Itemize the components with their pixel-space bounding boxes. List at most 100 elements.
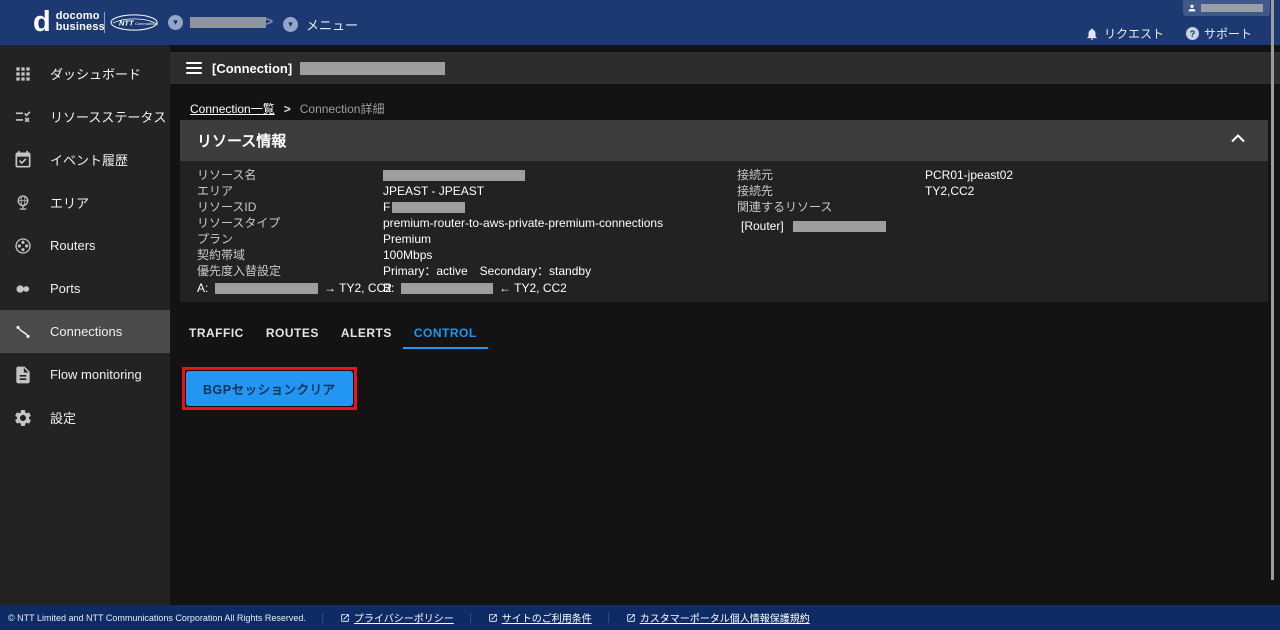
field-value-connect-source: PCR01-jpeast02 [925, 167, 1013, 183]
navbar-account-dropdown[interactable]: ▾ [168, 15, 266, 30]
path-a-row: A: → TY2, CC2 [197, 280, 392, 296]
sidebar-item-event-history[interactable]: イベント履歴 [0, 138, 170, 181]
chevron-down-circle-icon: ▾ [283, 17, 298, 32]
sidebar-item-routers[interactable]: Routers [0, 224, 170, 267]
sidebar-item-ports[interactable]: Ports [0, 267, 170, 310]
detail-tabs: TRAFFIC ROUTES ALERTS CONTROL [178, 318, 488, 349]
page-title-bar: [Connection] [170, 52, 1280, 84]
field-label: 接続元 [737, 167, 773, 183]
app-screen: d docomo business NTT Communications ▾ >… [0, 0, 1280, 630]
field-label: 契約帯域 [197, 247, 245, 263]
support-label: サポート [1204, 25, 1252, 42]
field-value-bandwidth: 100Mbps [383, 247, 432, 263]
red-highlight-annotation: BGPセッションクリア [182, 367, 357, 410]
footer-divider: ｜ [604, 610, 614, 625]
hamburger-menu-icon[interactable] [186, 62, 202, 74]
tab-traffic[interactable]: TRAFFIC [178, 318, 255, 349]
request-label: リクエスト [1104, 25, 1164, 42]
breadcrumb-connection-list-link[interactable]: Connection一覧 [190, 100, 275, 117]
field-value-priority: Primary：active Secondary：standby [383, 263, 591, 279]
footer-link-personal-info[interactable]: カスタマーポータル個人情報保護規約 [626, 610, 810, 625]
field-value-resource-name [383, 167, 525, 183]
sidebar-item-dashboard[interactable]: ダッシュボード [0, 52, 170, 95]
vertical-scrollbar[interactable] [1271, 0, 1274, 580]
sidebar-item-label: Routers [50, 238, 96, 253]
flow-monitoring-icon [13, 365, 33, 385]
svg-text:Communications: Communications [135, 21, 158, 26]
logo-divider [104, 12, 105, 33]
chevron-up-icon[interactable] [1230, 133, 1246, 143]
external-link-icon [340, 613, 350, 623]
path-b-row: B: ← TY2, CC2 [383, 280, 567, 296]
sidebar-item-label: イベント履歴 [50, 150, 128, 169]
field-label: リソースID [197, 199, 256, 215]
redacted-user-name [1201, 4, 1263, 12]
breadcrumb-current: Connection詳細 [300, 100, 385, 117]
docomo-d-logo-icon: d [33, 8, 51, 36]
support-button[interactable]: ? サポート [1186, 25, 1252, 42]
settings-gear-icon [13, 408, 33, 428]
field-value-connect-destination: TY2,CC2 [925, 183, 974, 199]
event-history-icon [13, 150, 33, 170]
field-label: エリア [197, 183, 233, 199]
tab-alerts[interactable]: ALERTS [330, 318, 403, 349]
connections-icon [13, 322, 33, 342]
menu-label: メニュー [306, 15, 358, 34]
field-value-plan: Premium [383, 231, 431, 247]
resource-id-prefix: F [383, 200, 390, 214]
resource-info-body: リソース名 エリア リソースID リソースタイプ プラン 契約帯域 優先度入替設… [180, 161, 1268, 302]
redacted-account-name [190, 17, 266, 28]
request-button[interactable]: リクエスト [1085, 25, 1164, 42]
tab-routes[interactable]: ROUTES [255, 318, 330, 349]
sidebar-item-settings[interactable]: 設定 [0, 396, 170, 439]
page-title: [Connection] [212, 61, 292, 76]
path-a-destination: → TY2, CC2 [324, 281, 392, 295]
navbar-separator: > [265, 13, 273, 29]
sidebar-item-label: Flow monitoring [50, 367, 142, 382]
sidebar-item-flow-monitoring[interactable]: Flow monitoring [0, 353, 170, 396]
footer-link-terms[interactable]: サイトのご利用条件 [488, 610, 592, 625]
redacted-value [215, 283, 318, 294]
field-label: 接続先 [737, 183, 773, 199]
panel-title: リソース情報 [197, 130, 286, 151]
resource-status-icon [13, 107, 33, 127]
routers-icon [13, 236, 33, 256]
footer-link-privacy-policy[interactable]: プライバシーポリシー [340, 610, 454, 625]
sidebar-item-label: Connections [50, 324, 122, 339]
router-tag: [Router] [741, 219, 784, 233]
sidebar-item-connections[interactable]: Connections [0, 310, 170, 353]
tab-control[interactable]: CONTROL [403, 318, 488, 349]
user-account-badge[interactable] [1183, 0, 1270, 16]
redacted-value [401, 283, 493, 294]
navbar-menu-dropdown[interactable]: ▾ メニュー [283, 15, 358, 34]
person-icon [1187, 3, 1197, 13]
external-link-icon [626, 613, 636, 623]
sidebar-nav: ダッシュボード リソースステータス イベント履歴 エリア [0, 45, 170, 605]
footer-link-label: カスタマーポータル個人情報保護規約 [640, 610, 810, 625]
redacted-connection-name [300, 62, 445, 75]
redacted-value [793, 221, 886, 232]
bell-icon [1085, 27, 1099, 41]
field-label: リソース名 [197, 167, 256, 183]
resource-info-panel: リソース情報 リソース名 エリア リソースID リソースタイプ プラン 契約帯域… [180, 120, 1268, 302]
path-a-prefix: A: [197, 281, 208, 295]
path-b-destination: ← TY2, CC2 [499, 281, 567, 295]
related-resource-router-link[interactable]: [Router] [741, 218, 886, 234]
ntt-communications-logo-icon: NTT Communications [110, 14, 158, 31]
sidebar-item-area[interactable]: エリア [0, 181, 170, 224]
external-link-icon [488, 613, 498, 623]
dashboard-grid-icon [13, 64, 33, 84]
sidebar-item-label: Ports [50, 281, 80, 296]
bgp-session-clear-button[interactable]: BGPセッションクリア [186, 371, 353, 406]
field-value-resource-type: premium-router-to-aws-private-premium-co… [383, 215, 663, 231]
field-label: 関連するリソース [737, 199, 832, 215]
copyright-text: © NTT Limited and NTT Communications Cor… [8, 613, 306, 623]
path-b-prefix: B: [383, 281, 394, 295]
footer-link-label: プライバシーポリシー [354, 610, 454, 625]
svg-text:NTT: NTT [119, 19, 135, 28]
field-value-resource-id: F [383, 199, 465, 215]
brand-text: docomo business [56, 11, 105, 33]
chevron-down-circle-icon: ▾ [168, 15, 183, 30]
sidebar-item-resource-status[interactable]: リソースステータス [0, 95, 170, 138]
resource-info-header: リソース情報 [180, 120, 1268, 161]
